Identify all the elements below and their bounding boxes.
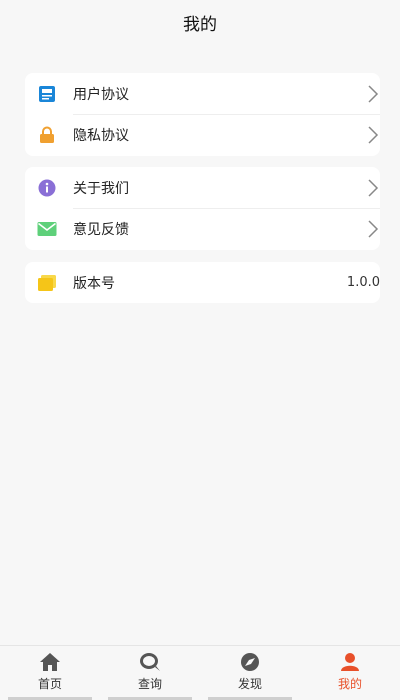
menu-item-user-agreement[interactable]: 用户协议	[25, 73, 380, 114]
menu-item-version: 版本号 1.0.0	[25, 262, 380, 303]
page-header: 我的	[0, 0, 400, 44]
settings-group-about: 关于我们 意见反馈	[25, 167, 380, 250]
tab-home[interactable]: 首页	[0, 646, 100, 700]
menu-item-label: 用户协议	[73, 86, 129, 103]
chevron-right-icon	[368, 84, 379, 103]
menu-item-label: 版本号	[73, 275, 115, 292]
tab-label: 查询	[137, 677, 162, 691]
home-icon	[40, 653, 60, 671]
user-icon	[341, 653, 359, 671]
menu-item-privacy-agreement[interactable]: 隐私协议	[25, 114, 380, 155]
lock-icon	[37, 125, 57, 145]
folder-icon	[37, 273, 57, 293]
settings-group-version: 版本号 1.0.0	[25, 262, 380, 303]
chevron-right-icon	[368, 125, 379, 144]
version-value: 1.0.0	[346, 275, 380, 290]
bottom-tab-bar: 首页 查询 发现 我的	[0, 645, 400, 700]
tab-label: 发现	[237, 677, 262, 691]
tab-mine[interactable]: 我的	[300, 646, 400, 700]
tab-label: 我的	[337, 677, 362, 691]
info-icon	[37, 178, 57, 198]
mail-icon	[37, 219, 57, 239]
page-title: 我的	[183, 14, 217, 35]
tab-discover[interactable]: 发现	[200, 646, 300, 700]
chat-search-icon	[140, 653, 160, 671]
menu-item-about-us[interactable]: 关于我们	[25, 167, 380, 208]
document-icon	[37, 84, 57, 104]
discover-icon	[241, 653, 259, 671]
chevron-right-icon	[368, 178, 379, 197]
tab-label: 首页	[37, 677, 62, 691]
menu-item-feedback[interactable]: 意见反馈	[25, 208, 380, 249]
menu-item-label: 意见反馈	[73, 221, 129, 238]
settings-group-agreements: 用户协议 隐私协议	[25, 73, 380, 156]
menu-item-label: 关于我们	[73, 180, 129, 197]
chevron-right-icon	[368, 219, 379, 238]
tab-query[interactable]: 查询	[100, 646, 200, 700]
menu-item-label: 隐私协议	[73, 127, 129, 144]
